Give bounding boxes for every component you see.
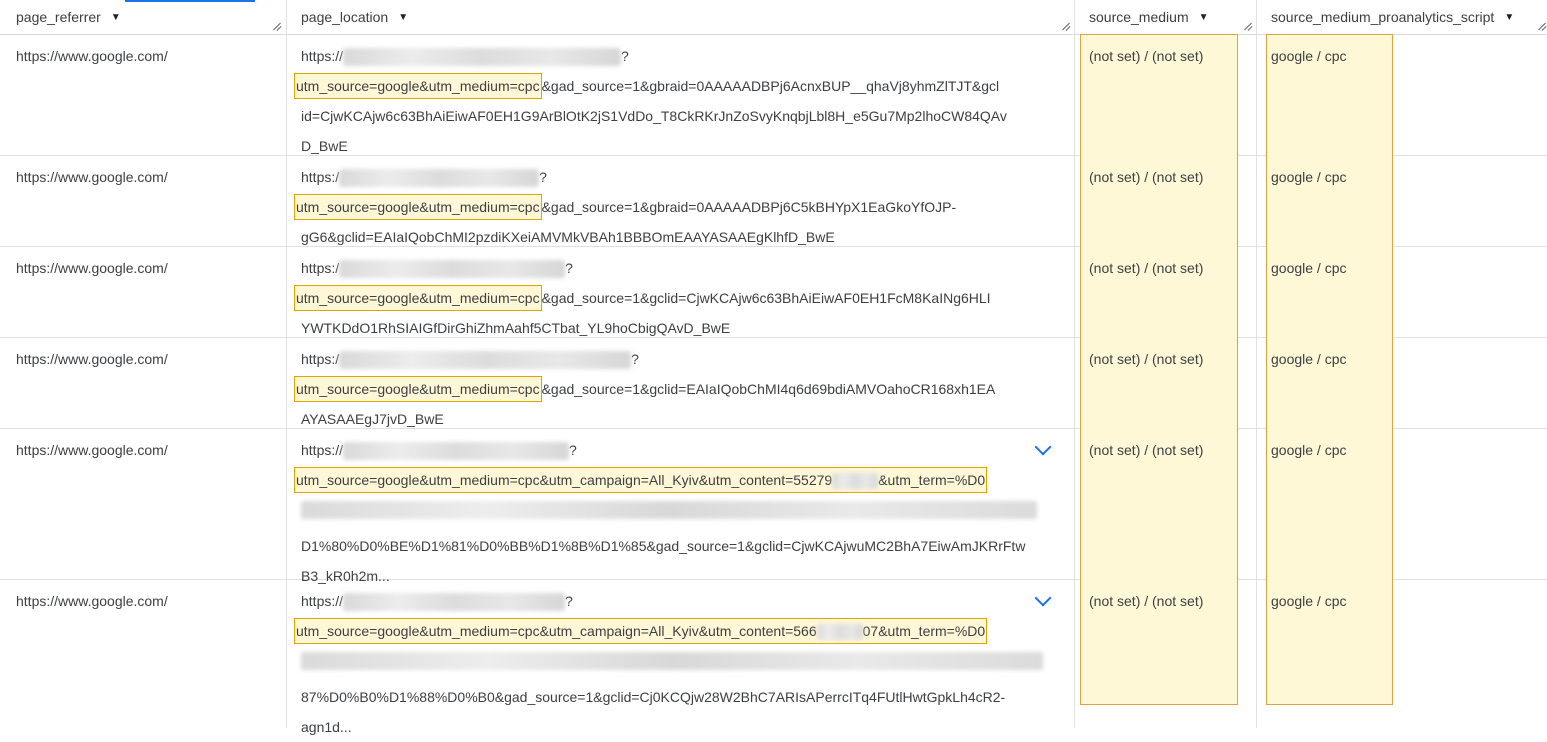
cell-source-medium: (not set) / (not set) xyxy=(1089,260,1204,276)
chevron-down-icon[interactable] xyxy=(1034,438,1052,456)
url-text: 07&utm_term=%D0 xyxy=(862,623,986,639)
url-suffix: ? xyxy=(565,593,573,609)
redacted-text xyxy=(301,501,1037,519)
cell-page-referrer: https://www.google.com/ xyxy=(16,48,168,64)
utm-highlight: utm_source=google&utm_medium=cpc&utm_cam… xyxy=(294,467,988,493)
url-prefix: https:// xyxy=(301,442,344,458)
url-prefix: https:/ xyxy=(301,260,340,276)
column-header-source-medium[interactable]: source_medium ▼ xyxy=(1089,0,1209,34)
url-text: utm_source=google&utm_medium=cpc&utm_cam… xyxy=(296,623,817,639)
cell-source-medium: (not set) / (not set) xyxy=(1089,169,1204,185)
cell-proanalytics: google / cpc xyxy=(1271,260,1347,276)
utm-highlight: utm_source=google&utm_medium=cpc xyxy=(294,73,542,99)
redacted-text xyxy=(816,624,863,641)
url-suffix: ? xyxy=(621,48,629,64)
url-text: utm_source=google&utm_medium=cpc&utm_cam… xyxy=(296,472,833,488)
redacted-url xyxy=(339,351,632,370)
table-row[interactable]: https://www.google.com/ https://? utm_so… xyxy=(0,34,1547,155)
cell-page-referrer: https://www.google.com/ xyxy=(16,593,168,609)
cell-source-medium: (not set) / (not set) xyxy=(1089,48,1204,64)
sort-dropdown-icon[interactable]: ▼ xyxy=(111,12,121,23)
sort-dropdown-icon[interactable]: ▼ xyxy=(398,12,408,23)
redacted-text xyxy=(301,652,1043,670)
column-header-label: source_medium_proanalytics_script xyxy=(1271,9,1495,25)
cell-page-referrer: https://www.google.com/ xyxy=(16,442,168,458)
table-row[interactable]: https://www.google.com/ https://? utm_so… xyxy=(0,428,1547,584)
table-row[interactable]: https://www.google.com/ https:/? utm_sou… xyxy=(0,337,1547,428)
chevron-down-icon[interactable] xyxy=(1034,589,1052,607)
table-row[interactable]: https://www.google.com/ https:/? utm_sou… xyxy=(0,155,1547,246)
cell-page-location: https:/? utm_source=google&utm_medium=cp… xyxy=(294,162,1043,252)
url-text: D1%80%D0%BE%D1%81%D0%BB%D1%8B%D1%85&gad_… xyxy=(301,538,1026,554)
redacted-text xyxy=(832,473,879,490)
active-tab-indicator xyxy=(125,0,255,2)
url-text: id=CjwKCAjw6c63BhAiEiwAF0EH1G9ArBlOtK2jS… xyxy=(301,108,1007,124)
column-header-label: page_location xyxy=(301,9,389,25)
cell-page-referrer: https://www.google.com/ xyxy=(16,260,168,276)
cell-proanalytics: google / cpc xyxy=(1271,351,1347,367)
cell-page-location: https:/? utm_source=google&utm_medium=cp… xyxy=(294,253,1043,343)
utm-highlight: utm_source=google&utm_medium=cpc xyxy=(294,285,542,311)
cell-proanalytics: google / cpc xyxy=(1271,48,1347,64)
cell-page-location: https:/? utm_source=google&utm_medium=cp… xyxy=(294,344,1043,434)
redacted-url xyxy=(343,442,570,461)
utm-highlight: utm_source=google&utm_medium=cpc&utm_cam… xyxy=(294,618,988,644)
sort-dropdown-icon[interactable]: ▼ xyxy=(1199,12,1209,23)
url-text: 87%D0%B0%D1%88%D0%B0&gad_source=1&gclid=… xyxy=(301,689,1006,705)
url-suffix: ? xyxy=(631,351,639,367)
url-prefix: https:/ xyxy=(301,169,340,185)
url-prefix: https:// xyxy=(301,48,344,64)
column-resize-handle-icon[interactable] xyxy=(272,22,282,32)
column-resize-handle-icon[interactable] xyxy=(1061,22,1071,32)
url-text: &utm_term=%D0 xyxy=(878,472,986,488)
cell-source-medium: (not set) / (not set) xyxy=(1089,593,1204,609)
url-text: agn1d... xyxy=(301,719,352,735)
table-row[interactable]: https://www.google.com/ https://? utm_so… xyxy=(0,579,1547,735)
cell-page-referrer: https://www.google.com/ xyxy=(16,351,168,367)
column-resize-handle-icon[interactable] xyxy=(1537,22,1547,32)
url-prefix: https:// xyxy=(301,593,344,609)
redacted-url xyxy=(343,48,622,67)
cell-proanalytics: google / cpc xyxy=(1271,442,1347,458)
column-header-page-location[interactable]: page_location ▼ xyxy=(301,0,408,34)
column-header-label: source_medium xyxy=(1089,9,1189,25)
url-text: &gad_source=1&gbraid=0AAAAADBPj6C5kBHYpX… xyxy=(541,199,957,215)
redacted-url xyxy=(343,593,566,612)
url-text: &gad_source=1&gclid=CjwKCAjw6c63BhAiEiwA… xyxy=(541,290,991,306)
url-suffix: ? xyxy=(565,260,573,276)
redacted-url xyxy=(339,260,566,279)
sort-dropdown-icon[interactable]: ▼ xyxy=(1504,12,1514,23)
url-suffix: ? xyxy=(569,442,577,458)
redacted-url xyxy=(339,169,540,188)
table-row[interactable]: https://www.google.com/ https:/? utm_sou… xyxy=(0,246,1547,337)
cell-source-medium: (not set) / (not set) xyxy=(1089,351,1204,367)
column-header-page-referrer[interactable]: page_referrer ▼ xyxy=(16,0,121,34)
url-text: &gad_source=1&gbraid=0AAAAADBPj6AcnxBUP_… xyxy=(541,78,1000,94)
cell-page-referrer: https://www.google.com/ xyxy=(16,169,168,185)
url-text: &gad_source=1&gclid=EAIaIQobChMI4q6d69bd… xyxy=(541,381,996,397)
cell-page-location: https://? utm_source=google&utm_medium=c… xyxy=(294,435,1052,591)
cell-page-location: https://? utm_source=google&utm_medium=c… xyxy=(294,586,1052,742)
utm-highlight: utm_source=google&utm_medium=cpc xyxy=(294,194,542,220)
url-suffix: ? xyxy=(539,169,547,185)
utm-highlight: utm_source=google&utm_medium=cpc xyxy=(294,376,542,402)
column-resize-handle-icon[interactable] xyxy=(1243,22,1253,32)
cell-source-medium: (not set) / (not set) xyxy=(1089,442,1204,458)
cell-proanalytics: google / cpc xyxy=(1271,169,1347,185)
column-header-source-medium-proanalytics-script[interactable]: source_medium_proanalytics_script ▼ xyxy=(1271,0,1514,34)
url-prefix: https:/ xyxy=(301,351,340,367)
column-header-label: page_referrer xyxy=(16,9,101,25)
cell-proanalytics: google / cpc xyxy=(1271,593,1347,609)
cell-page-location: https://? utm_source=google&utm_medium=c… xyxy=(294,41,1043,161)
